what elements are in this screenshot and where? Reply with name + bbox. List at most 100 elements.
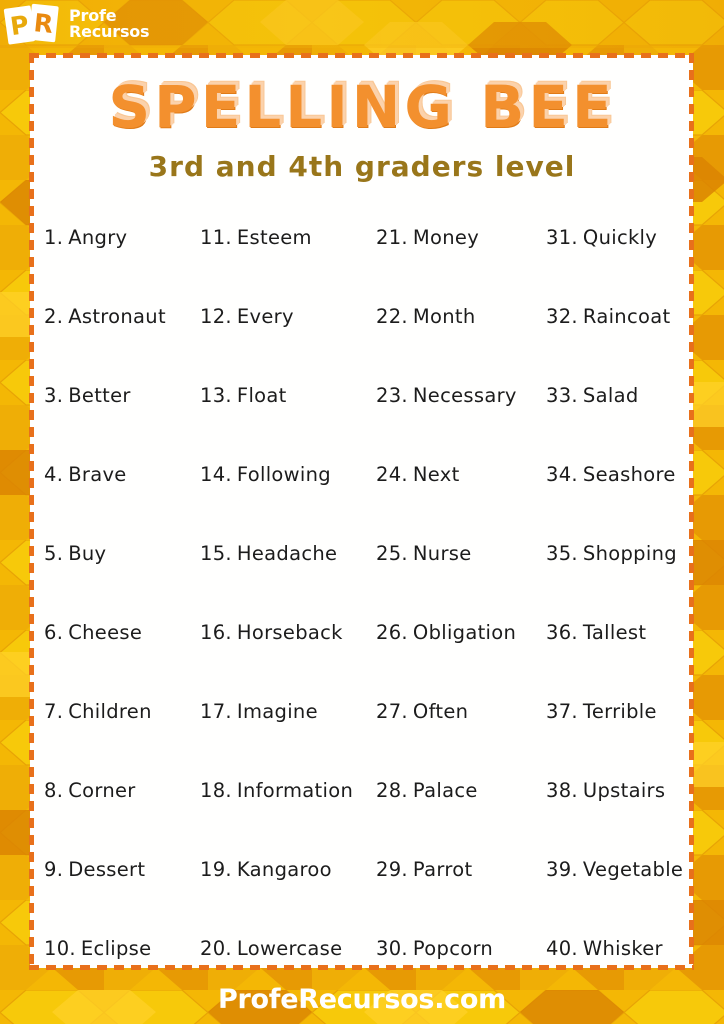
word-number: 19. (200, 857, 232, 881)
logo-wordmark-line2: Recursos (69, 22, 150, 41)
word-list-item: 34. Seashore (546, 463, 686, 487)
word-text: Whisker (582, 936, 663, 960)
word-text: Salad (582, 383, 639, 407)
word-number: 34. (546, 462, 578, 486)
word-text: Tallest (582, 620, 647, 644)
word-list-item: 20. Lowercase (200, 937, 376, 961)
word-text: Necessary (412, 383, 517, 407)
word-number: 8. (44, 778, 64, 802)
word-list-item: 17. Imagine (200, 700, 376, 724)
word-list-item: 5. Buy (44, 542, 200, 566)
word-number: 4. (44, 462, 64, 486)
word-text: Shopping (582, 541, 677, 565)
word-text: Information (236, 778, 354, 802)
word-text: Kangaroo (236, 857, 332, 881)
word-list-item: 37. Terrible (546, 700, 686, 724)
word-number: 23. (376, 383, 408, 407)
word-number: 9. (44, 857, 64, 881)
word-text: Month (412, 304, 476, 328)
word-text: Float (236, 383, 287, 407)
word-text: Palace (412, 778, 478, 802)
word-list-item: 39. Vegetable (546, 858, 686, 882)
word-list-item: 23. Necessary (376, 384, 546, 408)
worksheet-page: P R Profe Recursos SPELLING BEE 3rd and … (0, 0, 724, 1024)
word-number: 2. (44, 304, 64, 328)
word-text: Quickly (582, 225, 658, 249)
word-number: 22. (376, 304, 408, 328)
word-text: Nurse (412, 541, 472, 565)
word-list-item: 11. Esteem (200, 226, 376, 250)
word-text: Next (412, 462, 460, 486)
word-list-item: 7. Children (44, 700, 200, 724)
word-number: 37. (546, 699, 578, 723)
word-list-item: 26. Obligation (376, 621, 546, 645)
word-list-item: 29. Parrot (376, 858, 546, 882)
footer-band: ProfeRecursos.com (0, 968, 724, 1024)
word-list-item: 13. Float (200, 384, 376, 408)
word-number: 39. (546, 857, 578, 881)
word-list-item: 30. Popcorn (376, 937, 546, 961)
word-text: Astronaut (68, 304, 166, 328)
word-number: 13. (200, 383, 232, 407)
word-number: 15. (200, 541, 232, 565)
word-text: Headache (236, 541, 338, 565)
word-number: 3. (44, 383, 64, 407)
word-text: Lowercase (236, 936, 343, 960)
word-list-item: 10. Eclipse (44, 937, 200, 961)
page-title: SPELLING BEE (108, 73, 616, 141)
word-number: 6. (44, 620, 64, 644)
word-text: Brave (68, 462, 127, 486)
word-number: 17. (200, 699, 232, 723)
word-list-item: 16. Horseback (200, 621, 376, 645)
word-text: Every (236, 304, 294, 328)
word-list-item: 18. Information (200, 779, 376, 803)
word-list-item: 31. Quickly (546, 226, 686, 250)
brand-logo[interactable]: P R Profe Recursos (3, 3, 150, 45)
word-number: 38. (546, 778, 578, 802)
word-text: Cheese (68, 620, 143, 644)
word-list-item: 35. Shopping (546, 542, 686, 566)
word-text: Children (68, 699, 152, 723)
logo-letter-r: R (28, 3, 59, 43)
word-list-item: 4. Brave (44, 463, 200, 487)
word-text: Obligation (412, 620, 517, 644)
dashed-border-top (29, 53, 694, 58)
word-number: 36. (546, 620, 578, 644)
word-list-item: 14. Following (200, 463, 376, 487)
word-number: 1. (44, 225, 64, 249)
footer-website-label: ProfeRecursos.com (218, 983, 506, 1015)
page-subtitle: 3rd and 4th graders level (148, 150, 576, 183)
word-text: Horseback (236, 620, 343, 644)
word-number: 20. (200, 936, 232, 960)
word-list-item: 12. Every (200, 305, 376, 329)
word-number: 7. (44, 699, 64, 723)
word-text: Popcorn (412, 936, 494, 960)
word-text: Corner (68, 778, 136, 802)
word-number: 14. (200, 462, 232, 486)
word-number: 10. (44, 936, 76, 960)
word-number: 25. (376, 541, 408, 565)
word-list-item: 38. Upstairs (546, 779, 686, 803)
word-text: Upstairs (582, 778, 666, 802)
word-text: Following (236, 462, 331, 486)
word-list-item: 22. Month (376, 305, 546, 329)
word-list-item: 21. Money (376, 226, 546, 250)
word-text: Angry (68, 225, 128, 249)
logo-mark-icon: P R (3, 3, 62, 45)
word-number: 16. (200, 620, 232, 644)
word-text: Better (68, 383, 131, 407)
word-list-item: 24. Next (376, 463, 546, 487)
word-text: Money (412, 225, 480, 249)
word-list-item: 15. Headache (200, 542, 376, 566)
word-list-item: 3. Better (44, 384, 200, 408)
word-list-item: 19. Kangaroo (200, 858, 376, 882)
word-text: Raincoat (582, 304, 671, 328)
word-text: Buy (68, 541, 107, 565)
word-text: Parrot (412, 857, 473, 881)
word-list-item: 9. Dessert (44, 858, 200, 882)
dashed-border-left (29, 53, 34, 970)
word-text: Imagine (236, 699, 318, 723)
dashed-border-right (689, 53, 694, 970)
word-text: Dessert (68, 857, 146, 881)
word-number: 11. (200, 225, 232, 249)
